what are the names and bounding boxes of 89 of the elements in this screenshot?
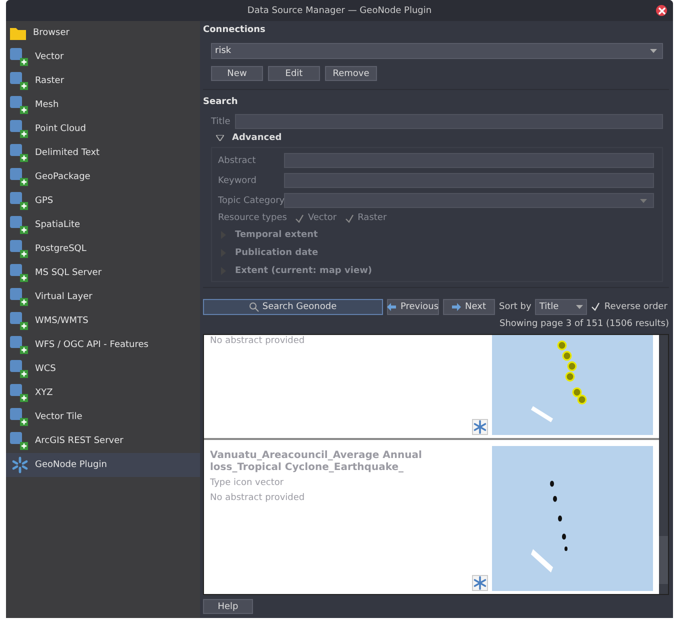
- data-source-add-icon: [9, 311, 29, 331]
- sidebar-item[interactable]: Mesh: [6, 93, 200, 117]
- sidebar-item[interactable]: XYZ: [6, 381, 200, 405]
- sidebar-item[interactable]: WFS / OGC API - Features: [6, 333, 200, 357]
- data-source-add-icon: [9, 287, 29, 307]
- sort-dropdown[interactable]: Title: [535, 298, 588, 314]
- snowflake-icon: [473, 576, 487, 590]
- triangle-icon: [216, 135, 224, 141]
- resource-type-checkbox[interactable]: Raster: [344, 213, 387, 223]
- checkmark-icon: [591, 302, 600, 311]
- data-source-add-icon: [9, 335, 29, 355]
- checkmark-icon: [344, 214, 354, 222]
- sidebar-item[interactable]: Raster: [6, 69, 200, 93]
- data-source-add-icon: [9, 95, 29, 115]
- connection-button[interactable]: Remove: [325, 66, 377, 81]
- resource-type-checkbox[interactable]: Vector: [294, 213, 337, 223]
- sort-label: Sort by: [499, 302, 532, 312]
- sidebar-item[interactable]: Vector: [6, 45, 200, 69]
- field-label: Resource types: [218, 213, 287, 223]
- data-source-add-icon: [9, 431, 29, 451]
- result-type: Type icon vector: [210, 478, 285, 488]
- search-button[interactable]: Search Geonode: [203, 298, 383, 314]
- collapsible-section[interactable]: Publication date: [218, 246, 654, 259]
- next-button[interactable]: Next: [443, 298, 495, 314]
- results-status: Showing page 3 of 151 (1506 results): [498, 318, 669, 331]
- result-abstract: No abstract provided: [210, 336, 306, 346]
- result-title: Vanuatu_Areacouncil_Average Annual loss_Tropical Cyclone_Earthquake_: [210, 450, 423, 474]
- snowflake-icon: [473, 420, 487, 434]
- section-heading: Connections: [203, 24, 266, 37]
- dropdown-arrow-icon: [576, 304, 584, 308]
- connection-button[interactable]: Edit: [268, 66, 320, 81]
- connection-button[interactable]: New: [211, 66, 263, 81]
- sidebar-item[interactable]: SpatiaLite: [6, 213, 200, 237]
- sidebar-item[interactable]: GeoPackage: [6, 165, 200, 189]
- sidebar-item[interactable]: WMS/WMTS: [6, 309, 200, 333]
- folder-icon: [9, 25, 27, 41]
- data-source-add-icon: [9, 359, 29, 379]
- category-dropdown[interactable]: [284, 193, 654, 208]
- window-title: Data Source Manager — GeoNode Plugin: [247, 6, 432, 16]
- snowflake-icon: [11, 456, 29, 474]
- sidebar-item[interactable]: Virtual Layer: [6, 285, 200, 309]
- sidebar-item[interactable]: Delimited Text: [6, 141, 200, 165]
- sidebar-item[interactable]: PostgreSQL: [6, 237, 200, 261]
- sidebar-item[interactable]: GeoNode Plugin: [6, 453, 200, 477]
- right-arrow-icon: [452, 302, 462, 310]
- section-heading: Search: [203, 96, 239, 109]
- sidebar-item[interactable]: MS SQL Server: [6, 261, 200, 285]
- connection-dropdown[interactable]: risk: [211, 43, 663, 59]
- search-icon: [249, 302, 260, 312]
- left-arrow-icon: [387, 302, 396, 310]
- data-source-add-icon: [9, 239, 29, 259]
- help-button[interactable]: Help: [203, 599, 253, 614]
- data-source-add-icon: [9, 71, 29, 91]
- sidebar-item[interactable]: ArcGIS REST Server: [6, 429, 200, 453]
- data-source-add-icon: [9, 47, 29, 67]
- data-source-add-icon: [9, 143, 29, 163]
- data-source-add-icon: [9, 119, 29, 139]
- text-field[interactable]: [284, 153, 654, 168]
- sidebar-item[interactable]: Browser: [6, 21, 200, 45]
- title-field[interactable]: [235, 114, 663, 129]
- sidebar-item[interactable]: Point Cloud: [6, 117, 200, 141]
- advanced-toggle[interactable]: Advanced: [216, 133, 663, 143]
- previous-button[interactable]: Previous: [387, 298, 439, 314]
- sidebar-item[interactable]: Vector Tile: [6, 405, 200, 429]
- field-label: Topic Category: [218, 196, 284, 206]
- result-abstract: No abstract provided: [210, 493, 306, 503]
- checkmark-icon: [294, 214, 304, 222]
- add-layer-button[interactable]: [472, 419, 488, 435]
- collapsible-section[interactable]: Temporal extent: [218, 228, 654, 241]
- field-label: Keyword: [218, 176, 258, 186]
- scrollbar[interactable]: [659, 335, 668, 594]
- collapsible-section[interactable]: Extent (current: map view): [218, 264, 654, 277]
- dropdown-arrow-icon: [650, 49, 657, 53]
- dropdown-arrow-icon: [640, 198, 647, 202]
- reverse-order-checkbox[interactable]: Reverse order: [591, 302, 668, 312]
- add-layer-button[interactable]: [472, 575, 488, 591]
- text-field[interactable]: [284, 173, 654, 188]
- data-source-add-icon: [9, 167, 29, 187]
- data-source-add-icon: [9, 263, 29, 283]
- data-source-add-icon: [9, 383, 29, 403]
- sidebar-item[interactable]: WCS: [6, 357, 200, 381]
- sidebar-item[interactable]: GPS: [6, 189, 200, 213]
- close-button[interactable]: [656, 5, 667, 16]
- field-label: Title: [211, 116, 230, 126]
- close-icon: [658, 6, 666, 14]
- field-label: Abstract: [218, 156, 257, 166]
- data-source-add-icon: [9, 407, 29, 427]
- data-source-add-icon: [9, 191, 29, 211]
- data-source-add-icon: [9, 215, 29, 235]
